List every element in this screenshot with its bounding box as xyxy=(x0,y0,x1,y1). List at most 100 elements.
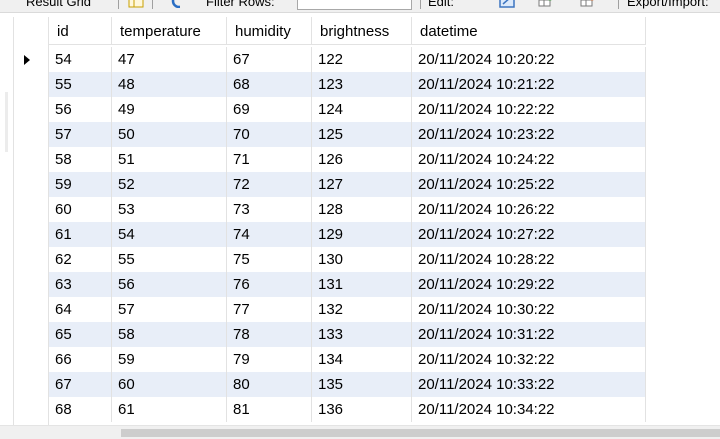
table-row[interactable]: 68 61 81 136 20/11/2024 10:34:22 xyxy=(49,397,646,422)
column-header-humidity[interactable]: humidity xyxy=(227,17,312,45)
table-row[interactable]: 54 47 67 122 20/11/2024 10:20:22 xyxy=(49,47,646,72)
cell-temperature[interactable]: 52 xyxy=(112,172,227,197)
cell-temperature[interactable]: 59 xyxy=(112,347,227,372)
filter-rows-input[interactable] xyxy=(297,0,412,10)
cell-brightness[interactable]: 130 xyxy=(312,247,412,272)
cell-humidity[interactable]: 71 xyxy=(227,147,312,172)
horizontal-scrollbar[interactable] xyxy=(0,425,720,439)
cell-temperature[interactable]: 60 xyxy=(112,372,227,397)
column-header-temperature[interactable]: temperature xyxy=(112,17,227,45)
cell-humidity[interactable]: 70 xyxy=(227,122,312,147)
cell-datetime[interactable]: 20/11/2024 10:29:22 xyxy=(412,272,646,297)
cell-datetime[interactable]: 20/11/2024 10:31:22 xyxy=(412,322,646,347)
cell-brightness[interactable]: 126 xyxy=(312,147,412,172)
result-grid-tab-label[interactable]: Result Grid xyxy=(26,0,91,9)
cell-temperature[interactable]: 56 xyxy=(112,272,227,297)
cell-datetime[interactable]: 20/11/2024 10:28:22 xyxy=(412,247,646,272)
column-header-brightness[interactable]: brightness xyxy=(312,17,412,45)
horizontal-scrollbar-thumb[interactable] xyxy=(121,429,720,437)
row-header-column[interactable] xyxy=(13,17,49,425)
cell-id[interactable]: 57 xyxy=(49,122,112,147)
cell-datetime[interactable]: 20/11/2024 10:26:22 xyxy=(412,197,646,222)
cell-brightness[interactable]: 134 xyxy=(312,347,412,372)
table-row[interactable]: 67 60 80 135 20/11/2024 10:33:22 xyxy=(49,372,646,397)
table-row[interactable]: 64 57 77 132 20/11/2024 10:30:22 xyxy=(49,297,646,322)
cell-brightness[interactable]: 131 xyxy=(312,272,412,297)
cell-datetime[interactable]: 20/11/2024 10:30:22 xyxy=(412,297,646,322)
cell-temperature[interactable]: 55 xyxy=(112,247,227,272)
table-row[interactable]: 58 51 71 126 20/11/2024 10:24:22 xyxy=(49,147,646,172)
cell-datetime[interactable]: 20/11/2024 10:20:22 xyxy=(412,47,646,72)
cell-brightness[interactable]: 136 xyxy=(312,397,412,422)
cell-brightness[interactable]: 132 xyxy=(312,297,412,322)
table-row[interactable]: 55 48 68 123 20/11/2024 10:21:22 xyxy=(49,72,646,97)
cell-brightness[interactable]: 127 xyxy=(312,172,412,197)
cell-brightness[interactable]: 128 xyxy=(312,197,412,222)
table-row[interactable]: 60 53 73 128 20/11/2024 10:26:22 xyxy=(49,197,646,222)
grid-layout-icon[interactable] xyxy=(128,0,144,8)
cell-brightness[interactable]: 122 xyxy=(312,47,412,72)
cell-datetime[interactable]: 20/11/2024 10:33:22 xyxy=(412,372,646,397)
table-row[interactable]: 66 59 79 134 20/11/2024 10:32:22 xyxy=(49,347,646,372)
cell-humidity[interactable]: 77 xyxy=(227,297,312,322)
cell-datetime[interactable]: 20/11/2024 10:21:22 xyxy=(412,72,646,97)
cell-brightness[interactable]: 123 xyxy=(312,72,412,97)
cell-brightness[interactable]: 124 xyxy=(312,97,412,122)
cell-id[interactable]: 63 xyxy=(49,272,112,297)
cell-datetime[interactable]: 20/11/2024 10:23:22 xyxy=(412,122,646,147)
edit-cell-icon[interactable] xyxy=(499,0,515,8)
cell-humidity[interactable]: 68 xyxy=(227,72,312,97)
cell-id[interactable]: 59 xyxy=(49,172,112,197)
table-row[interactable]: 59 52 72 127 20/11/2024 10:25:22 xyxy=(49,172,646,197)
cell-id[interactable]: 56 xyxy=(49,97,112,122)
cell-id[interactable]: 62 xyxy=(49,247,112,272)
column-header-datetime[interactable]: datetime xyxy=(412,17,646,45)
cell-humidity[interactable]: 80 xyxy=(227,372,312,397)
cell-humidity[interactable]: 72 xyxy=(227,172,312,197)
cell-datetime[interactable]: 20/11/2024 10:24:22 xyxy=(412,147,646,172)
cell-brightness[interactable]: 125 xyxy=(312,122,412,147)
add-row-icon[interactable] xyxy=(538,0,554,8)
cell-humidity[interactable]: 67 xyxy=(227,47,312,72)
refresh-icon[interactable] xyxy=(171,0,187,8)
cell-temperature[interactable]: 61 xyxy=(112,397,227,422)
cell-datetime[interactable]: 20/11/2024 10:25:22 xyxy=(412,172,646,197)
cell-id[interactable]: 55 xyxy=(49,72,112,97)
cell-humidity[interactable]: 69 xyxy=(227,97,312,122)
cell-datetime[interactable]: 20/11/2024 10:22:22 xyxy=(412,97,646,122)
cell-id[interactable]: 61 xyxy=(49,222,112,247)
cell-id[interactable]: 66 xyxy=(49,347,112,372)
delete-row-icon[interactable] xyxy=(580,0,596,8)
cell-temperature[interactable]: 48 xyxy=(112,72,227,97)
cell-id[interactable]: 54 xyxy=(49,47,112,72)
cell-temperature[interactable]: 57 xyxy=(112,297,227,322)
cell-temperature[interactable]: 54 xyxy=(112,222,227,247)
cell-brightness[interactable]: 133 xyxy=(312,322,412,347)
table-row[interactable]: 57 50 70 125 20/11/2024 10:23:22 xyxy=(49,122,646,147)
cell-humidity[interactable]: 79 xyxy=(227,347,312,372)
cell-id[interactable]: 64 xyxy=(49,297,112,322)
table-row[interactable]: 56 49 69 124 20/11/2024 10:22:22 xyxy=(49,97,646,122)
cell-temperature[interactable]: 51 xyxy=(112,147,227,172)
cell-id[interactable]: 65 xyxy=(49,322,112,347)
cell-temperature[interactable]: 58 xyxy=(112,322,227,347)
cell-temperature[interactable]: 50 xyxy=(112,122,227,147)
table-row[interactable]: 63 56 76 131 20/11/2024 10:29:22 xyxy=(49,272,646,297)
table-row[interactable]: 62 55 75 130 20/11/2024 10:28:22 xyxy=(49,247,646,272)
cell-id[interactable]: 68 xyxy=(49,397,112,422)
cell-datetime[interactable]: 20/11/2024 10:27:22 xyxy=(412,222,646,247)
cell-brightness[interactable]: 135 xyxy=(312,372,412,397)
cell-humidity[interactable]: 74 xyxy=(227,222,312,247)
cell-datetime[interactable]: 20/11/2024 10:32:22 xyxy=(412,347,646,372)
table-row[interactable]: 61 54 74 129 20/11/2024 10:27:22 xyxy=(49,222,646,247)
cell-datetime[interactable]: 20/11/2024 10:34:22 xyxy=(412,397,646,422)
table-row[interactable]: 65 58 78 133 20/11/2024 10:31:22 xyxy=(49,322,646,347)
cell-humidity[interactable]: 81 xyxy=(227,397,312,422)
cell-id[interactable]: 58 xyxy=(49,147,112,172)
cell-brightness[interactable]: 129 xyxy=(312,222,412,247)
cell-temperature[interactable]: 47 xyxy=(112,47,227,72)
cell-humidity[interactable]: 76 xyxy=(227,272,312,297)
column-header-id[interactable]: id xyxy=(49,17,112,45)
cell-humidity[interactable]: 75 xyxy=(227,247,312,272)
cell-temperature[interactable]: 53 xyxy=(112,197,227,222)
